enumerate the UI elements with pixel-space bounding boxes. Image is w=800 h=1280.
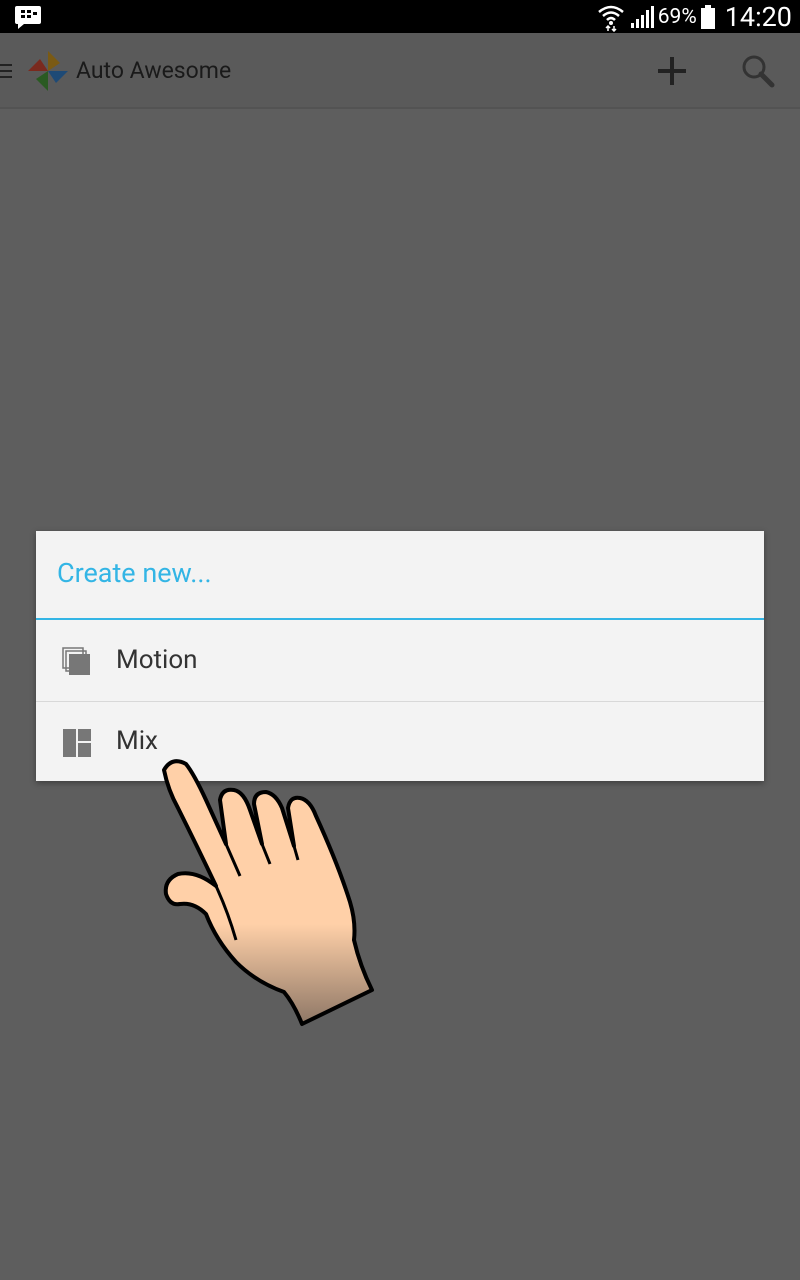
dialog-title-divider	[36, 618, 764, 620]
battery-percentage: 69%	[657, 4, 697, 29]
photos-logo-icon[interactable]	[26, 49, 70, 93]
create-new-dialog: Create new... Motion Mix	[36, 531, 764, 781]
dialog-title: Create new...	[57, 557, 212, 589]
signal-icon	[630, 5, 654, 28]
page-title: Auto Awesome	[76, 57, 232, 84]
motion-icon	[62, 647, 90, 675]
screen: 69% 14:20 Auto Awesome Create new... Mot…	[0, 0, 800, 1280]
wifi-icon	[597, 5, 624, 32]
tap-gesture-hand-icon	[162, 759, 374, 1026]
motion-label: Motion	[116, 645, 198, 675]
clock: 14:20	[724, 0, 792, 33]
mix-icon	[63, 729, 91, 757]
add-icon[interactable]	[656, 55, 688, 87]
battery-icon	[700, 4, 715, 29]
motion-option[interactable]: Motion	[36, 621, 764, 701]
bbm-notification-icon	[15, 6, 41, 29]
mix-option[interactable]: Mix	[36, 702, 764, 782]
action-bar: Auto Awesome	[0, 33, 800, 109]
search-icon[interactable]	[740, 53, 776, 89]
drawer-menu-icon[interactable]	[0, 63, 12, 79]
status-bar: 69% 14:20	[0, 0, 800, 33]
